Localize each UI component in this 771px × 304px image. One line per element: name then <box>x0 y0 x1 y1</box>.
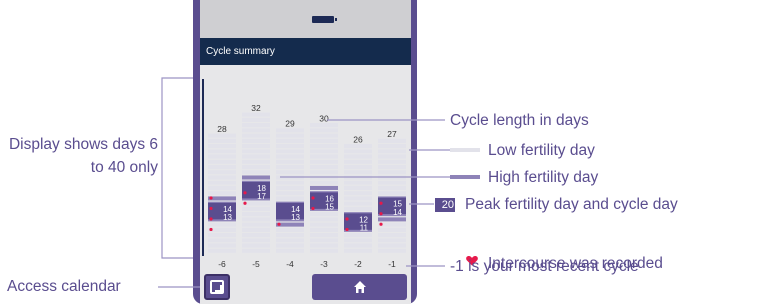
recent-cycle-note: -1 is your most recent cycle <box>450 258 639 275</box>
access-calendar-note: Access calendar <box>7 278 121 295</box>
peak-fertility-swatch: 20 <box>435 198 455 212</box>
cycle-length-note: Cycle length in days <box>450 112 589 129</box>
display-range-note: Display shows days 6 to 40 only <box>8 136 158 176</box>
low-fertility-swatch <box>450 148 480 152</box>
peak-fertility-note: Peak fertility day and cycle day <box>465 196 678 213</box>
high-fertility-note: High fertility day <box>488 169 599 186</box>
high-fertility-swatch <box>450 175 480 179</box>
low-fertility-note: Low fertility day <box>488 142 595 159</box>
